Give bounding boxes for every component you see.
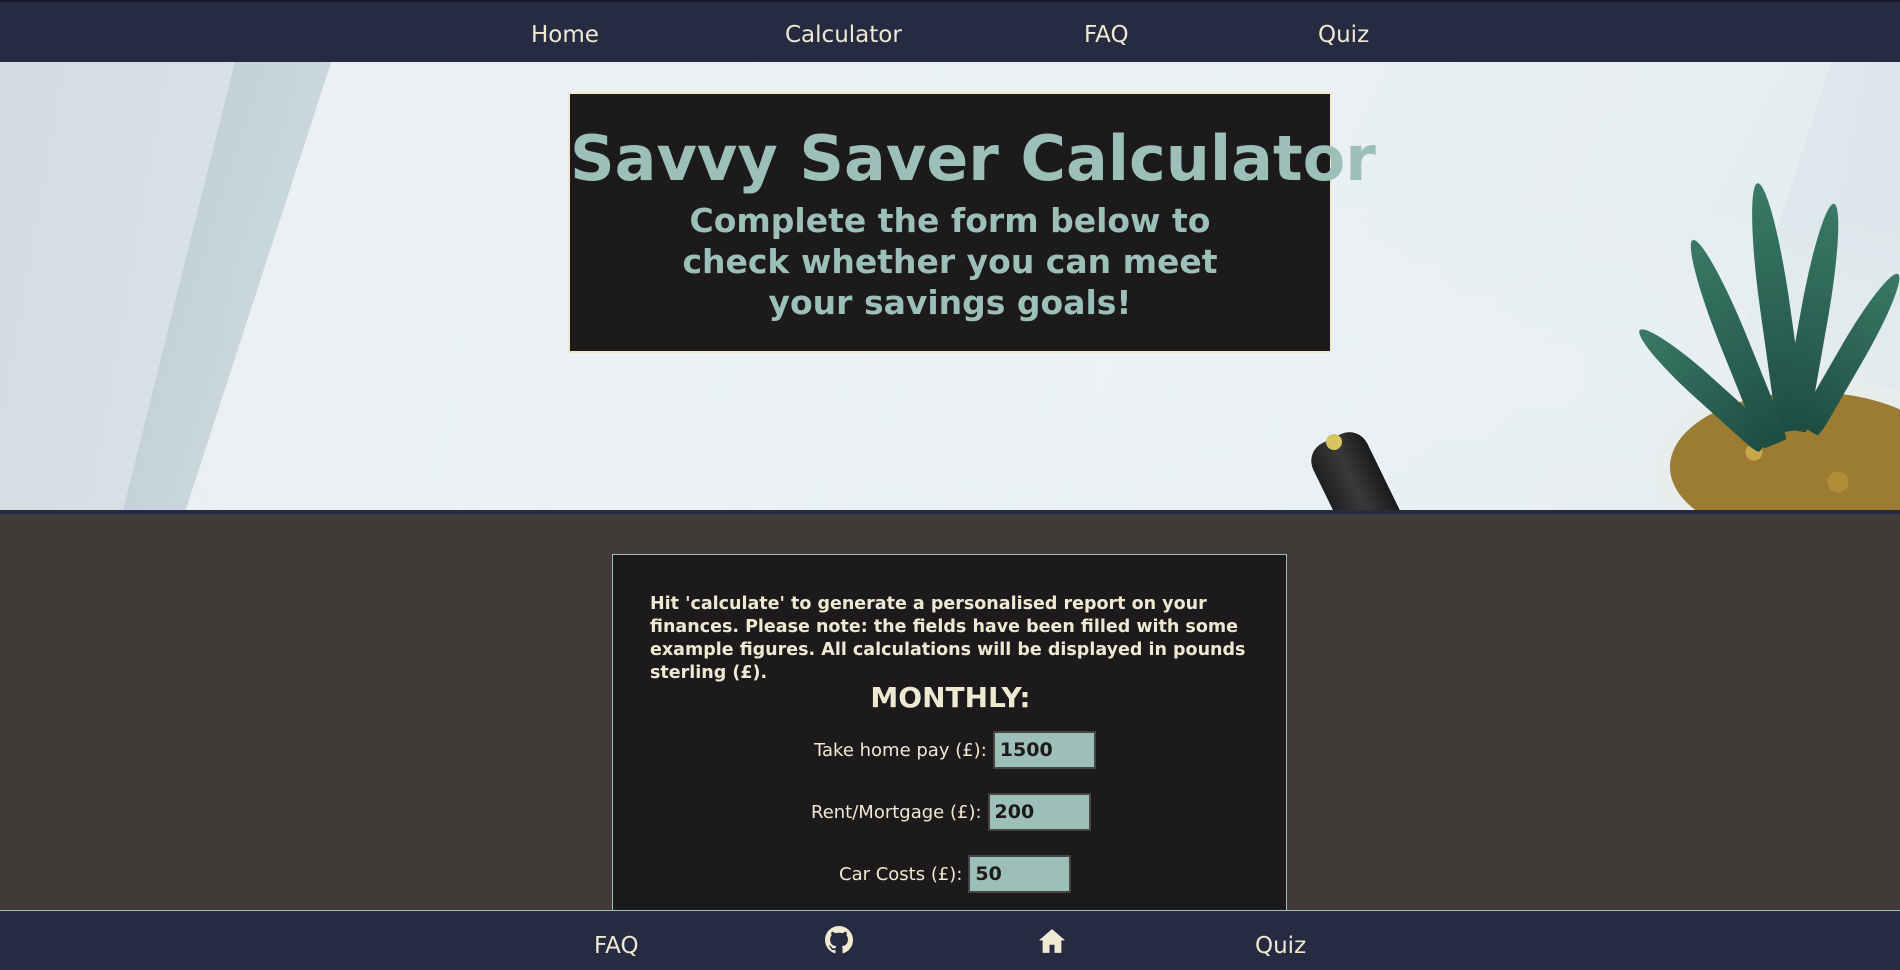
section-divider [0,510,1900,514]
pen-tip-image [1326,434,1342,450]
home-icon[interactable] [1037,926,1067,956]
page-title: Savvy Saver Calculator [570,122,1376,195]
nav-home-link[interactable]: Home [531,22,599,48]
github-icon[interactable] [825,926,855,956]
top-navigation: Home Calculator FAQ Quiz [0,0,1900,62]
take-home-pay-row: Take home pay (£): 1500 [814,731,1096,769]
rent-mortgage-input[interactable]: 200 [987,793,1091,831]
take-home-pay-input[interactable]: 1500 [992,731,1096,769]
rent-mortgage-row: Rent/Mortgage (£): 200 [811,793,1091,831]
footer-quiz-link[interactable]: Quiz [1255,933,1306,959]
footer-faq-link[interactable]: FAQ [594,933,639,959]
car-costs-input[interactable]: 50 [968,855,1072,893]
nav-calculator-link[interactable]: Calculator [785,22,902,48]
take-home-pay-label: Take home pay (£): [814,739,987,761]
nav-quiz-link[interactable]: Quiz [1318,22,1369,48]
nav-faq-link[interactable]: FAQ [1084,22,1129,48]
hero-banner: Savvy Saver Calculator Complete the form… [0,62,1900,510]
title-box: Savvy Saver Calculator Complete the form… [568,92,1376,353]
car-costs-row: Car Costs (£): 50 [839,855,1072,893]
page-subtitle: Complete the form below to check whether… [682,201,1218,322]
rent-mortgage-label: Rent/Mortgage (£): [811,801,982,823]
monthly-heading: MONTHLY: [870,681,1031,714]
car-costs-label: Car Costs (£): [839,863,963,885]
calculator-form: Hit 'calculate' to generate a personalis… [612,554,1287,914]
form-intro-text: Hit 'calculate' to generate a personalis… [650,594,1246,683]
footer-navigation: FAQ Quiz [0,910,1900,970]
